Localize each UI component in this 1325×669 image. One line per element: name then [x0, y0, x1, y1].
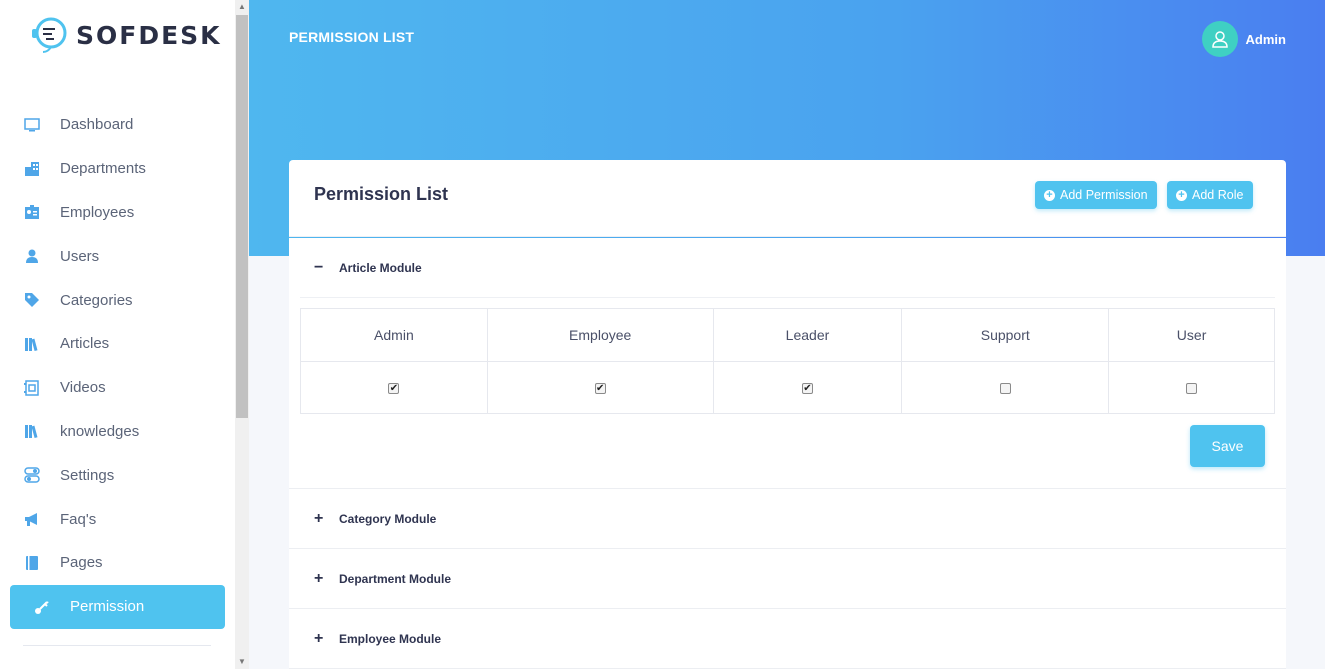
table-cell: ✔: [712, 361, 903, 414]
plus-icon: +: [314, 630, 324, 647]
sidebar-nav: Dashboard Departments Employees Users Ca…: [0, 103, 235, 629]
save-button[interactable]: Save: [1190, 425, 1265, 467]
role-header-user: User: [1108, 308, 1275, 362]
sidebar-item-label: Pages: [60, 554, 103, 572]
module-toggle-article[interactable]: − Article Module: [314, 259, 422, 277]
module-name: Department Module: [339, 572, 452, 586]
role-header-support: Support: [901, 308, 1110, 362]
add-role-button[interactable]: + Add Role: [1167, 181, 1253, 209]
sidebar-item-label: Categories: [60, 291, 133, 309]
video-icon: [24, 379, 40, 396]
user-name[interactable]: Admin: [1246, 32, 1286, 47]
sidebar-item-label: Settings: [60, 466, 115, 484]
sidebar-item-dashboard[interactable]: Dashboard: [0, 103, 235, 147]
sidebar-item-faqs[interactable]: Faq's: [0, 497, 235, 541]
sidebar-item-employees[interactable]: Employees: [0, 191, 235, 235]
brand-name: SOFDESK: [76, 20, 222, 50]
table-cell: [901, 361, 1110, 414]
table-cell: ✔: [486, 361, 714, 414]
sidebar-item-knowledges[interactable]: knowledges: [0, 410, 235, 454]
book-icon: [24, 555, 40, 571]
sidebar-item-label: Dashboard: [60, 116, 134, 134]
sidebar-item-label: Users: [60, 247, 100, 265]
sidebar-item-label: Articles: [60, 335, 110, 353]
megaphone-icon: [24, 511, 40, 527]
permission-card-header: Permission List + Add Permission + Add R…: [289, 160, 1286, 237]
avatar[interactable]: [1201, 21, 1238, 57]
module-name: Category Module: [339, 512, 437, 526]
module-name: Employee Module: [339, 632, 442, 646]
plus-circle-icon: +: [1044, 189, 1055, 201]
module-panel-department: + Department Module: [289, 549, 1286, 609]
plus-icon: +: [314, 510, 324, 527]
checkbox-support[interactable]: [999, 383, 1011, 395]
sidebar-item-label: knowledges: [60, 422, 140, 440]
checkbox-user[interactable]: [1186, 383, 1198, 395]
role-header-leader: Leader: [712, 308, 903, 362]
add-permission-label: Add Permission: [1060, 188, 1148, 202]
sidebar-item-users[interactable]: Users: [0, 234, 235, 278]
user-menu[interactable]: Admin: [1201, 21, 1286, 57]
plus-icon: +: [314, 570, 324, 587]
monitor-icon: [24, 117, 40, 133]
sidebar-item-pages[interactable]: Pages: [0, 541, 235, 585]
sidebar-item-label: Videos: [60, 379, 106, 397]
sidebar-item-label: Faq's: [60, 510, 97, 528]
brand-logo[interactable]: SOFDESK: [30, 14, 222, 56]
checkbox-employee[interactable]: ✔: [594, 383, 606, 395]
module-toggle-department[interactable]: + Department Module: [314, 570, 451, 588]
sidebar-item-categories[interactable]: Categories: [0, 278, 235, 322]
books-icon: [24, 336, 40, 352]
table-cell: [1108, 361, 1275, 414]
checkbox-admin[interactable]: ✔: [388, 383, 400, 395]
sidebar-item-videos[interactable]: Videos: [0, 366, 235, 410]
scroll-up-arrow-icon[interactable]: ▲: [235, 0, 249, 14]
table-header-row: Admin Employee Leader Support User: [300, 308, 1275, 362]
sidebar-item-permission[interactable]: Permission: [10, 584, 225, 629]
plus-circle-icon: +: [1176, 189, 1187, 201]
add-role-label: Add Role: [1192, 188, 1244, 202]
sidebar-divider: [23, 645, 211, 646]
toggle-icon: [24, 467, 40, 484]
building-icon: [24, 161, 40, 177]
sidebar-item-articles[interactable]: Articles: [0, 322, 235, 366]
scroll-down-arrow-icon[interactable]: ▼: [235, 655, 249, 669]
books-icon: [24, 423, 40, 439]
module-name: Article Module: [339, 261, 422, 275]
module-panel-employee: + Employee Module: [289, 609, 1286, 669]
minus-icon: −: [314, 259, 324, 276]
card-title: Permission List: [314, 184, 449, 204]
table-cell: ✔: [300, 361, 488, 414]
role-header-employee: Employee: [486, 308, 714, 362]
module-panel-article: − Article Module Admin Employee Leader S…: [289, 238, 1286, 489]
user-icon: [24, 248, 40, 264]
key-icon: [34, 599, 50, 615]
sidebar-item-label: Permission: [70, 598, 145, 616]
page-heading: PERMISSION LIST: [289, 29, 415, 45]
table-row: ✔ ✔ ✔: [300, 361, 1275, 414]
id-card-icon: [24, 204, 40, 220]
sidebar-item-label: Employees: [60, 203, 135, 221]
module-toggle-employee[interactable]: + Employee Module: [314, 630, 441, 648]
sidebar-item-departments[interactable]: Departments: [0, 147, 235, 191]
module-toggle-category[interactable]: + Category Module: [314, 510, 436, 528]
add-permission-button[interactable]: + Add Permission: [1035, 181, 1157, 209]
divider: [300, 297, 1275, 298]
sidebar-scrollbar[interactable]: ▲ ▼: [235, 0, 249, 669]
checkbox-leader[interactable]: ✔: [801, 383, 813, 395]
module-panel-category: + Category Module: [289, 489, 1286, 549]
sidebar-item-label: Departments: [60, 160, 146, 178]
tag-icon: [24, 292, 40, 308]
user-outline-icon: [1211, 31, 1228, 48]
sidebar: SOFDESK Dashboard Departments Employees …: [0, 0, 235, 669]
sidebar-item-settings[interactable]: Settings: [0, 453, 235, 497]
permission-table: Admin Employee Leader Support User ✔ ✔ ✔: [300, 308, 1275, 414]
headset-chat-icon: [32, 17, 67, 53]
scrollbar-thumb[interactable]: [236, 15, 248, 418]
role-header-admin: Admin: [300, 308, 488, 362]
